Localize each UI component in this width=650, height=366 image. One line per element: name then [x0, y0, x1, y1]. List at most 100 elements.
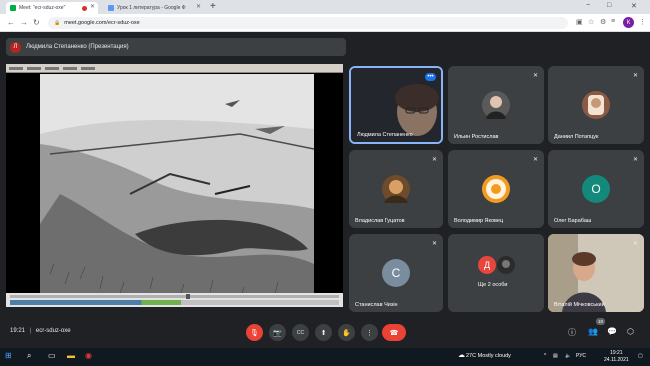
people-icon[interactable]: 👥 [588, 327, 598, 336]
camera-permission-icon[interactable]: ▣ [576, 18, 583, 26]
participant-name: Ильин Ростислав [454, 134, 499, 140]
lock-icon: 🔒 [54, 20, 61, 26]
participant-name: Станислав Чизін [355, 302, 398, 308]
meeting-separator: | [29, 328, 32, 334]
tab-label: Meet: "ecr-sduz-oxe" [19, 5, 66, 11]
mic-off-icon: ✕ [431, 157, 437, 163]
leave-call-button[interactable]: ☎ [382, 324, 406, 341]
participant-name: Даниил Потапцук [554, 134, 599, 140]
close-tab-icon[interactable]: ✕ [90, 3, 95, 10]
group-avatar-1: Д [478, 256, 496, 274]
more-vert-icon: ⋮ [366, 329, 373, 337]
tray-chevron-icon[interactable]: ^ [544, 353, 546, 359]
language-indicator[interactable]: РУС [576, 353, 586, 359]
network-icon[interactable]: ▤ [553, 353, 558, 359]
participant-tile[interactable]: ✕ Ильин Ростислав [448, 66, 544, 144]
mic-off-icon: ✕ [632, 157, 638, 163]
search-icon[interactable]: ⌕ [27, 351, 31, 361]
participant-name: Олег Барабаш [554, 218, 592, 224]
participant-tile-group[interactable]: Д Ще 2 особи [448, 234, 544, 312]
presentation-menu-strip [9, 66, 95, 70]
reading-list-icon[interactable]: ≡ [611, 18, 615, 25]
mic-off-icon: ✕ [632, 241, 638, 247]
tab-forms[interactable]: Урок 1 литература - Google Ф ✕ [104, 2, 204, 14]
participant-tile[interactable]: ✕ Даниил Потапцук [548, 66, 644, 144]
presenter-label: Людмила Степаненко (Презентация) [26, 44, 129, 50]
maximize-button[interactable]: □ [607, 2, 611, 9]
speaking-indicator-icon: ••• [425, 73, 436, 81]
address-bar[interactable]: 🔒 meet.google.com/ecr-sduz-oxe [48, 17, 568, 29]
new-tab-button[interactable]: + [210, 1, 216, 12]
presentation-taskbar-strip [10, 300, 339, 305]
volume-icon[interactable]: 🔈 [565, 353, 571, 359]
url-text: meet.google.com/ecr-sduz-oxe [64, 20, 140, 26]
presentation-progress-thumb[interactable] [186, 294, 190, 299]
tab-meet[interactable]: Meet: "ecr-sduz-oxe" ✕ [6, 2, 98, 14]
close-tab-icon[interactable]: ✕ [196, 3, 201, 10]
participant-name: Людмила Степаненко [357, 132, 413, 138]
more-options-button[interactable]: ⋮ [361, 324, 378, 341]
participant-tile[interactable]: ✕ Владислав Гуцатов [349, 150, 443, 228]
captions-button[interactable]: CC [292, 324, 309, 341]
participant-tile[interactable]: ✕ Володимир Яковец [448, 150, 544, 228]
notifications-icon[interactable]: ▢ [638, 353, 643, 359]
participant-name: Владислав Гуцатов [355, 218, 405, 224]
meet-control-bar: 19:21 | ecr-sduz-oxe 🎙 📷 CC ⬆ ✋ ⋮ ☎ ⓘ 👥 … [0, 318, 650, 346]
mic-toggle-button[interactable]: 🎙 [246, 324, 263, 341]
reload-icon[interactable]: ↻ [33, 18, 40, 27]
profile-avatar[interactable]: К [623, 17, 634, 28]
participants-count-badge: 10 [596, 318, 605, 325]
weather-icon: ☁ [458, 352, 465, 359]
tab-label: Урок 1 литература - Google Ф [117, 5, 186, 11]
participant-avatar [482, 91, 510, 119]
chrome-icon[interactable]: ◉ [85, 351, 92, 360]
more-participants-label: Ще 2 особи [478, 282, 508, 288]
participant-tile[interactable]: ✕ О Олег Барабаш [548, 150, 644, 228]
meeting-details-icon[interactable]: ⓘ [568, 327, 576, 338]
clock-date: 24.11.2021 [604, 357, 629, 363]
participant-name: Володимир Яковец [454, 218, 504, 224]
participant-avatar [582, 91, 610, 119]
file-explorer-icon[interactable]: ▬ [67, 351, 75, 360]
forms-favicon-icon [108, 5, 114, 11]
clock-time: 19:21 [610, 350, 623, 356]
hand-icon: ✋ [342, 329, 351, 337]
presentation-player-bar [6, 293, 343, 307]
mic-off-icon: 🎙 [250, 329, 259, 337]
present-now-button[interactable]: ⬆ [315, 324, 332, 341]
presentation-sketch-image [40, 74, 314, 307]
participant-avatar: О [582, 175, 610, 203]
meeting-info: 19:21 | ecr-sduz-oxe [10, 328, 71, 334]
present-icon: ⬆ [320, 329, 327, 337]
browser-toolbar: ← → ↻ 🔒 meet.google.com/ecr-sduz-oxe ▣ ☆… [0, 14, 650, 32]
task-view-icon[interactable]: ▭ [48, 351, 56, 360]
windows-taskbar: ⊞ ⌕ ▭ ▬ ◉ ☁ 27C Mostly cloudy ^ ▤ 🔈 РУС … [0, 348, 650, 366]
mic-off-icon: ✕ [532, 157, 538, 163]
browser-menu-icon[interactable]: ⋮ [639, 18, 646, 26]
minimize-button[interactable]: − [586, 2, 590, 9]
presentation-progress-track[interactable] [10, 295, 339, 298]
group-avatar-2 [497, 256, 515, 274]
raise-hand-button[interactable]: ✋ [338, 324, 355, 341]
participant-tile[interactable]: ✕ Віталій Мічковський [548, 234, 644, 312]
bookmark-star-icon[interactable]: ☆ [588, 18, 594, 26]
forward-arrow-icon[interactable]: → [20, 18, 28, 27]
camera-toggle-button[interactable]: 📷 [269, 324, 286, 341]
weather-text[interactable]: 27C Mostly cloudy [466, 353, 511, 359]
windows-start-icon[interactable]: ⊞ [5, 351, 12, 360]
chat-icon[interactable]: 💬 [607, 327, 617, 336]
activities-icon[interactable]: ⬡ [627, 327, 634, 336]
close-window-button[interactable]: ✕ [631, 2, 637, 10]
extensions-icon[interactable]: ⚙ [600, 18, 606, 26]
presenter-label-bar: Л Людмила Степаненко (Презентация) [6, 38, 346, 56]
back-arrow-icon[interactable]: ← [7, 18, 15, 27]
camera-icon: 📷 [273, 329, 282, 337]
participant-avatar [482, 175, 510, 203]
participant-tile[interactable]: ••• Людмила Степаненко [349, 66, 443, 144]
participant-name: Віталій Мічковський [554, 302, 605, 308]
recording-indicator-icon [82, 5, 87, 11]
participant-tile[interactable]: ✕ С Станислав Чизін [349, 234, 443, 312]
meeting-time: 19:21 [10, 328, 26, 334]
system-clock[interactable]: 19:21 24.11.2021 [604, 350, 629, 364]
browser-tab-bar: Meet: "ecr-sduz-oxe" ✕ Урок 1 литература… [0, 0, 650, 14]
